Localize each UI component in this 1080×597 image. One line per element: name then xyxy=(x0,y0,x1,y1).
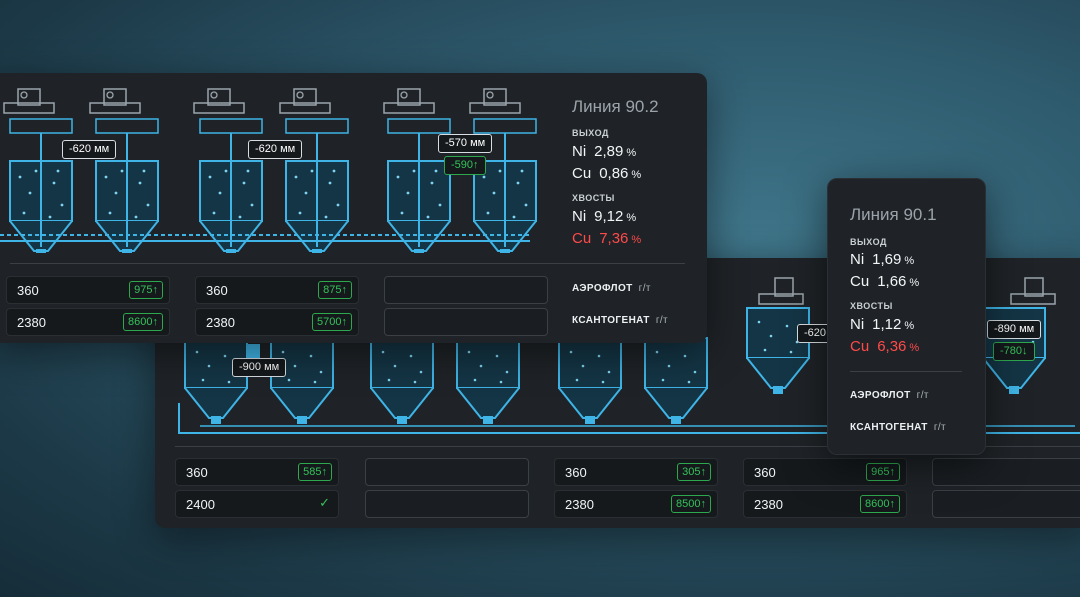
output-ni: Ni 1,69% xyxy=(850,251,915,268)
empty-input[interactable] xyxy=(932,458,1080,486)
setpoint-badge: 8500↑ xyxy=(671,495,711,513)
setpoint-badge: 5700↑ xyxy=(312,313,352,331)
airflow-input[interactable]: 360 875↑ xyxy=(195,276,359,304)
line-title: Линия 90.1 xyxy=(850,205,937,224)
tails-label: ХВОСТЫ xyxy=(850,301,893,311)
tails-ni: Ni 1,12% xyxy=(850,316,915,333)
setpoint-tag: -780↓ xyxy=(993,342,1035,361)
reagent-xanthate-label: КСАНТОГЕНАТ г/т xyxy=(850,422,947,433)
setpoint-badge: 975↑ xyxy=(129,281,163,299)
reagent-input[interactable]: 2380 5700↑ xyxy=(195,308,359,336)
reagent-xanthate-label: КСАНТОГЕНАТ г/т xyxy=(572,315,669,326)
airflow-value: 360 xyxy=(754,465,776,480)
tails-ni: Ni 9,12% xyxy=(572,208,637,225)
level-tag: -900 мм xyxy=(232,358,287,377)
empty-input[interactable] xyxy=(365,490,529,518)
setpoint-badge: 875↑ xyxy=(318,281,352,299)
line-title: Линия 90.2 xyxy=(572,97,659,116)
reagent-aeroflot-label: АЭРОФЛОТ г/т xyxy=(850,390,929,401)
airflow-value: 360 xyxy=(17,283,39,298)
reagent-input[interactable]: 2380 8600↑ xyxy=(6,308,170,336)
level-tag: -570 мм xyxy=(438,134,493,153)
check-icon: ✓ xyxy=(319,495,330,510)
reagent-value: 2380 xyxy=(565,497,594,512)
reagent-value: 2380 xyxy=(206,315,235,330)
line-901-info-card: Линия 90.1 ВЫХОД Ni 1,69% Cu 1,66% ХВОСТЫ … xyxy=(827,178,986,455)
level-tag: -890 мм xyxy=(987,320,1042,339)
setpoint-badge: 305↑ xyxy=(677,463,711,481)
output-cu: Cu 0,86% xyxy=(572,165,642,182)
divider xyxy=(10,263,685,264)
output-ni: Ni 2,89% xyxy=(572,143,637,160)
reagent-input[interactable]: 2380 8500↑ xyxy=(554,490,718,518)
empty-input[interactable] xyxy=(932,490,1080,518)
tails-cu: Cu 6,36% xyxy=(850,338,920,355)
empty-input[interactable] xyxy=(365,458,529,486)
reagent-aeroflot-label: АЭРОФЛОТ г/т xyxy=(572,283,651,294)
reagent-input[interactable]: 2400 ✓ xyxy=(175,490,339,518)
empty-input[interactable] xyxy=(384,276,548,304)
tails-label: ХВОСТЫ xyxy=(572,193,615,203)
airflow-value: 360 xyxy=(206,283,228,298)
airflow-value: 360 xyxy=(565,465,587,480)
output-cu: Cu 1,66% xyxy=(850,273,920,290)
output-label: ВЫХОД xyxy=(572,128,609,138)
reagent-value: 2380 xyxy=(17,315,46,330)
reagent-value: 2380 xyxy=(754,497,783,512)
airflow-input[interactable]: 360 975↑ xyxy=(6,276,170,304)
reagent-input[interactable]: 2380 8600↑ xyxy=(743,490,907,518)
setpoint-tag: -590↑ xyxy=(444,156,486,175)
level-tag: -620 мм xyxy=(62,140,117,159)
airflow-input[interactable]: 360 585↑ xyxy=(175,458,339,486)
airflow-input[interactable]: 360 965↑ xyxy=(743,458,907,486)
reagent-value: 2400 xyxy=(186,497,215,512)
level-tag: -620 мм xyxy=(248,140,303,159)
setpoint-badge: 585↑ xyxy=(298,463,332,481)
airflow-value: 360 xyxy=(186,465,208,480)
setpoint-badge: 8600↑ xyxy=(860,495,900,513)
empty-input[interactable] xyxy=(384,308,548,336)
setpoint-badge: 8600↑ xyxy=(123,313,163,331)
output-label: ВЫХОД xyxy=(850,237,887,247)
airflow-input[interactable]: 360 305↑ xyxy=(554,458,718,486)
setpoint-badge: 965↑ xyxy=(866,463,900,481)
divider xyxy=(850,371,962,372)
tails-cu: Cu 7,36% xyxy=(572,230,642,247)
line-902-panel: -620 мм -620 мм -570 мм -590↑ Линия 90.2… xyxy=(0,73,707,343)
